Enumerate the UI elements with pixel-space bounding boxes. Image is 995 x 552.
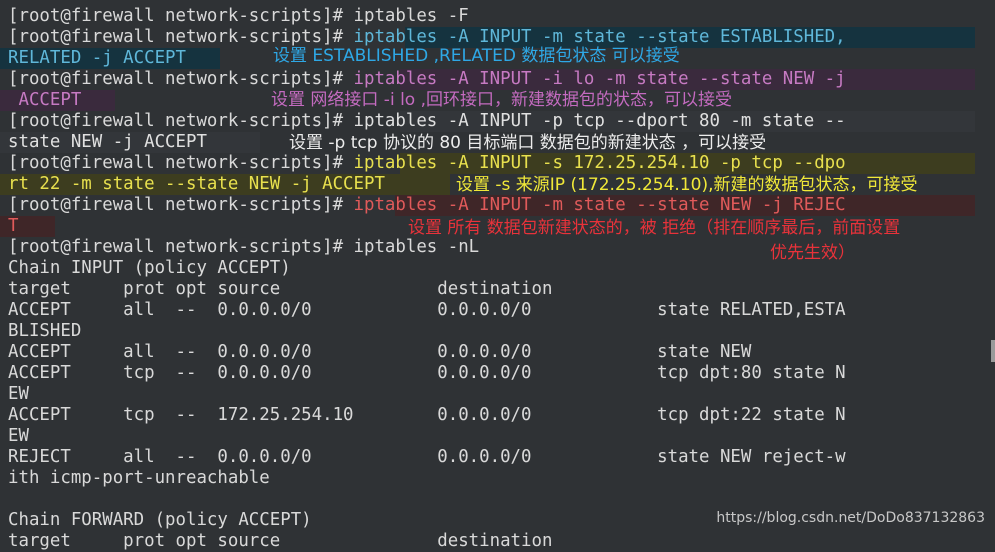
table-row: ACCEPT all -- 0.0.0.0/0 0.0.0.0/0 state … [8, 300, 846, 320]
terminal-line: T [8, 216, 19, 236]
shell-prompt: [root@firewall network-scripts]# [8, 69, 354, 89]
scrollbar-thumb[interactable] [991, 340, 995, 362]
table-row: EW [8, 384, 29, 404]
terminal-line: [root@firewall network-scripts]# iptable… [8, 69, 846, 90]
annotation-established: 设置 ESTABLISHED ,RELATED 数据包状态 可以接受 [273, 46, 680, 66]
table-row: REJECT all -- 0.0.0.0/0 0.0.0.0/0 state … [8, 447, 846, 467]
table-row: EW [8, 426, 29, 446]
terminal-line: Chain INPUT (policy ACCEPT) [8, 258, 291, 278]
command-loopback: iptables -A INPUT -i lo -m state --state… [353, 69, 846, 89]
command-port80: iptables -A INPUT -p tcp --dport 80 -m s… [353, 111, 846, 131]
table-row: BLISHED [8, 321, 82, 341]
table-row: ACCEPT all -- 0.0.0.0/0 0.0.0.0/0 state … [8, 342, 752, 362]
table-header: target prot opt source destination [8, 279, 553, 299]
terminal-line: [root@firewall network-scripts]# iptable… [8, 6, 469, 26]
command-sourceip: iptables -A INPUT -s 172.25.254.10 -p tc… [353, 153, 846, 173]
shell-prompt: [root@firewall network-scripts]# [8, 27, 354, 47]
watermark: https://blog.csdn.net/DoDo837132863 [716, 510, 985, 526]
table-row: ACCEPT tcp -- 172.25.254.10 0.0.0.0/0 tc… [8, 405, 846, 425]
shell-prompt: [root@firewall network-scripts]# [8, 111, 354, 131]
command-reject: iptables -A INPUT -m state --state NEW -… [353, 195, 846, 215]
terminal-line: rt 22 -m state --state NEW -j ACCEPT [8, 174, 385, 194]
terminal-line: RELATED -j ACCEPT [8, 48, 186, 68]
table-header: target prot opt source destination [8, 531, 553, 551]
annotation-reject-line2: 优先生效） [770, 243, 855, 263]
terminal-line: state NEW -j ACCEPT [8, 132, 207, 152]
shell-prompt: [root@firewall network-scripts]# [8, 195, 354, 215]
terminal-line: [root@firewall network-scripts]# iptable… [8, 153, 846, 174]
command-established: iptables -A INPUT -m state --state ESTAB… [353, 27, 846, 47]
terminal-line: [root@firewall network-scripts]# iptable… [8, 195, 846, 216]
terminal-line: [root@firewall network-scripts]# iptable… [8, 237, 480, 257]
terminal-line: [root@firewall network-scripts]# iptable… [8, 111, 846, 132]
table-row: ACCEPT tcp -- 0.0.0.0/0 0.0.0.0/0 tcp dp… [8, 363, 846, 383]
annotation-port80: 设置 -p tcp 协议的 80 目标端口 数据包的新建状态 ，可以接受 [289, 133, 767, 153]
annotation-sourceip: 设置 -s 来源IP (172.25.254.10),新建的数据包状态，可接受 [456, 175, 918, 195]
table-row: ith icmp-port-unreachable [8, 468, 270, 488]
terminal-line: Chain FORWARD (policy ACCEPT) [8, 510, 312, 530]
annotation-loopback: 设置 网络接口 -i lo ,回环接口，新建数据包的状态，可以接受 [271, 90, 732, 110]
shell-prompt: [root@firewall network-scripts]# [8, 153, 354, 173]
terminal-window[interactable]: [root@firewall network-scripts]# iptable… [0, 0, 995, 551]
terminal-line: [root@firewall network-scripts]# iptable… [8, 27, 846, 48]
annotation-reject-line1: 设置 所有 数据包新建状态的，被 拒绝（排在顺序最后，前面设置 [408, 218, 901, 238]
terminal-line: ACCEPT [8, 90, 82, 110]
